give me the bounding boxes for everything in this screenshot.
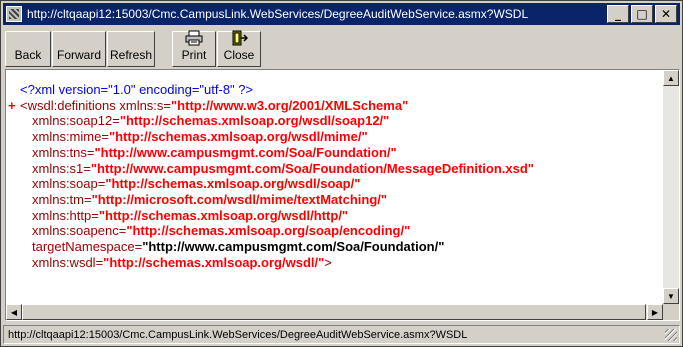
status-bar: http://cltqaapi12:15003/Cmc.CampusLink.W… xyxy=(3,325,680,344)
xml-attr-name: xmlns:soap12= xyxy=(32,113,120,129)
xml-attribute: xmlns:soap12="http://schemas.xmlsoap.org… xyxy=(20,113,534,129)
xml-attr-value: "http://schemas.xmlsoap.org/wsdl/http/" xyxy=(98,207,349,223)
xml-attr-value: "http://www.campusmgmt.com/Soa/Foundatio… xyxy=(142,239,445,255)
triangle-right-icon: ▶ xyxy=(651,307,659,317)
xml-attr-value: "http://schemas.xmlsoap.org/wsdl/soap12/… xyxy=(119,113,390,129)
xml-attribute: xmlns:http="http://schemas.xmlsoap.org/w… xyxy=(20,208,534,224)
xml-viewer[interactable]: <?xml version="1.0" encoding="utf-8" ?> … xyxy=(5,69,680,321)
minimize-button[interactable]: _ xyxy=(607,5,629,23)
xml-attr-value: "http://schemas.xmlsoap.org/wsdl/" xyxy=(103,254,325,270)
xml-root-line: + <wsdl:definitions xmlns:s="http://www.… xyxy=(8,97,534,114)
scrollbar-corner xyxy=(663,304,679,320)
back-button[interactable]: Back xyxy=(5,31,51,67)
print-button[interactable]: Print xyxy=(172,30,216,67)
scroll-left-button[interactable]: ◀ xyxy=(6,304,22,320)
scroll-up-button[interactable]: ▲ xyxy=(663,70,679,86)
xml-tag-close: > xyxy=(324,254,332,270)
print-label: Print xyxy=(181,48,207,62)
horizontal-scroll-thumb[interactable] xyxy=(22,304,646,320)
maximize-icon: □ xyxy=(636,7,648,21)
minimize-icon: _ xyxy=(615,7,621,21)
xml-declaration: <?xml version="1.0" encoding="utf-8" ?> xyxy=(20,82,254,97)
xml-attribute: xmlns:soap="http://schemas.xmlsoap.org/w… xyxy=(20,176,534,192)
xml-attr-name: xmlns:soapenc= xyxy=(32,223,127,239)
xml-attr-value: "http://schemas.xmlsoap.org/wsdl/mime/" xyxy=(108,129,368,145)
xml-attribute: xmlns:soapenc="http://schemas.xmlsoap.or… xyxy=(20,223,534,239)
xml-attribute: xmlns:mime="http://schemas.xmlsoap.org/w… xyxy=(20,129,534,145)
triangle-left-icon: ◀ xyxy=(10,307,18,317)
xml-attr-name: xmlns:soap= xyxy=(32,176,106,192)
browser-window: http://cltqaapi12:15003/Cmc.CampusLink.W… xyxy=(0,0,683,347)
xml-attr-name: xmlns:s1= xyxy=(32,160,91,176)
xml-root-value: "http://www.w3.org/2001/XMLSchema" xyxy=(171,97,409,113)
xml-attr-name: xmlns:tns= xyxy=(32,144,95,160)
close-button[interactable]: Close xyxy=(217,30,261,67)
toolbar: Back Forward Refresh Print Close xyxy=(5,30,262,67)
close-icon: ✕ xyxy=(660,7,672,21)
close-label: Close xyxy=(223,48,255,62)
xml-attribute: xmlns:tm="http://microsoft.com/wsdl/mime… xyxy=(20,192,534,208)
xml-attribute: xmlns:tns="http://www.campusmgmt.com/Soa… xyxy=(20,145,534,161)
title-bar[interactable]: http://cltqaapi12:15003/Cmc.CampusLink.W… xyxy=(3,3,680,25)
xml-attr-name: xmlns:mime= xyxy=(32,129,109,145)
resize-grip-icon[interactable] xyxy=(665,329,677,341)
xml-root-tag: <wsdl:definitions xmlns:s= xyxy=(20,97,172,113)
status-text: http://cltqaapi12:15003/Cmc.CampusLink.W… xyxy=(8,328,468,341)
xml-attr-value: "http://www.campusmgmt.com/Soa/Foundatio… xyxy=(90,160,534,176)
xml-attribute: targetNamespace="http://www.campusmgmt.c… xyxy=(20,239,534,255)
forward-button[interactable]: Forward xyxy=(52,31,106,67)
xml-attr-value: "http://schemas.xmlsoap.org/soap/encodin… xyxy=(126,223,411,239)
xml-attr-value: "http://www.campusmgmt.com/Soa/Foundatio… xyxy=(94,144,397,160)
refresh-button[interactable]: Refresh xyxy=(107,31,155,67)
window-controls: _ □ ✕ xyxy=(607,5,677,23)
xml-attr-name: xmlns:http= xyxy=(32,207,99,223)
xml-attr-value: "http://microsoft.com/wsdl/mime/textMatc… xyxy=(91,191,388,207)
xml-attr-name: xmlns:tm= xyxy=(32,191,92,207)
printer-icon xyxy=(185,30,203,46)
refresh-label: Refresh xyxy=(109,48,153,62)
vertical-scrollbar[interactable]: ▲ ▼ xyxy=(663,70,679,304)
scroll-right-button[interactable]: ▶ xyxy=(647,304,663,320)
scroll-down-button[interactable]: ▼ xyxy=(663,288,679,304)
forward-label: Forward xyxy=(56,48,101,62)
xml-attr-value: "http://schemas.xmlsoap.org/wsdl/soap/" xyxy=(105,176,361,192)
close-window-button[interactable]: ✕ xyxy=(655,5,677,23)
exit-door-icon xyxy=(230,30,248,46)
back-label: Back xyxy=(14,48,42,62)
triangle-up-icon: ▲ xyxy=(667,73,675,83)
xml-attribute: xmlns:wsdl="http://schemas.xmlsoap.org/w… xyxy=(20,255,534,271)
xml-document: <?xml version="1.0" encoding="utf-8" ?> … xyxy=(8,82,534,271)
xml-attr-name: xmlns:wsdl= xyxy=(32,254,104,270)
triangle-down-icon: ▼ xyxy=(667,291,675,301)
horizontal-scrollbar[interactable]: ◀ ▶ xyxy=(6,304,663,320)
xml-attribute: xmlns:s1="http://www.campusmgmt.com/Soa/… xyxy=(20,161,534,177)
app-icon[interactable] xyxy=(6,6,22,22)
maximize-button[interactable]: □ xyxy=(631,5,653,23)
expand-collapse-toggle[interactable]: + xyxy=(8,98,16,114)
window-title: http://cltqaapi12:15003/Cmc.CampusLink.W… xyxy=(27,7,529,21)
xml-attr-name: targetNamespace= xyxy=(32,239,143,255)
